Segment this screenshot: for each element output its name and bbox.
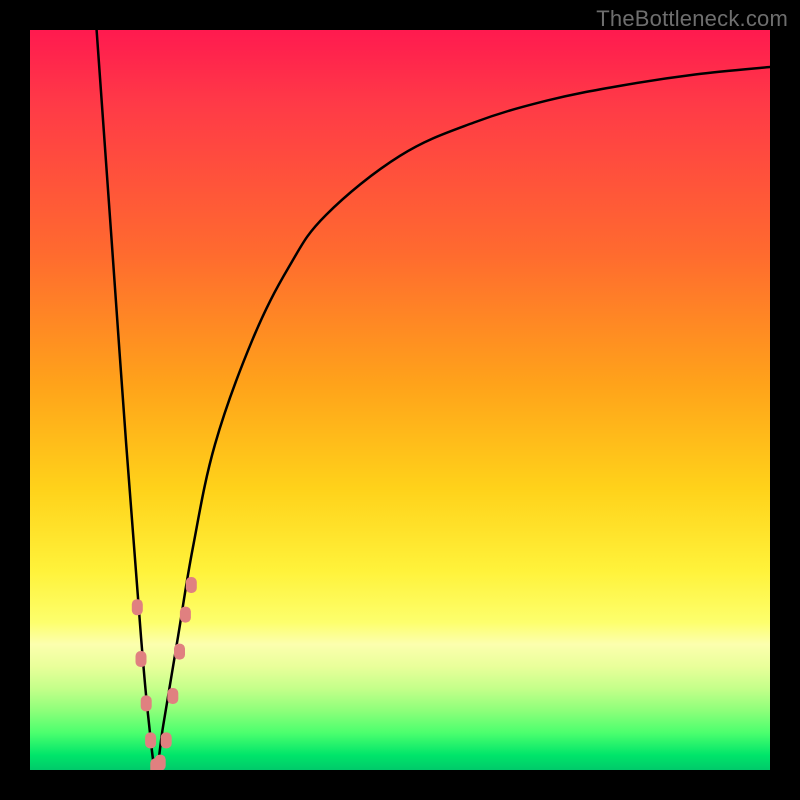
curve-layer	[30, 30, 770, 770]
marker-dot	[136, 651, 147, 667]
bottleneck-curve-path	[97, 30, 770, 770]
marker-dot	[161, 732, 172, 748]
marker-dot	[180, 607, 191, 623]
marker-dot	[141, 695, 152, 711]
watermark-text: TheBottleneck.com	[596, 6, 788, 32]
marker-dot	[145, 732, 156, 748]
marker-dot	[132, 599, 143, 615]
plot-area	[30, 30, 770, 770]
marker-group	[132, 577, 197, 770]
chart-frame: TheBottleneck.com	[0, 0, 800, 800]
marker-dot	[167, 688, 178, 704]
marker-dot	[174, 644, 185, 660]
marker-dot	[186, 577, 197, 593]
marker-dot	[155, 755, 166, 770]
